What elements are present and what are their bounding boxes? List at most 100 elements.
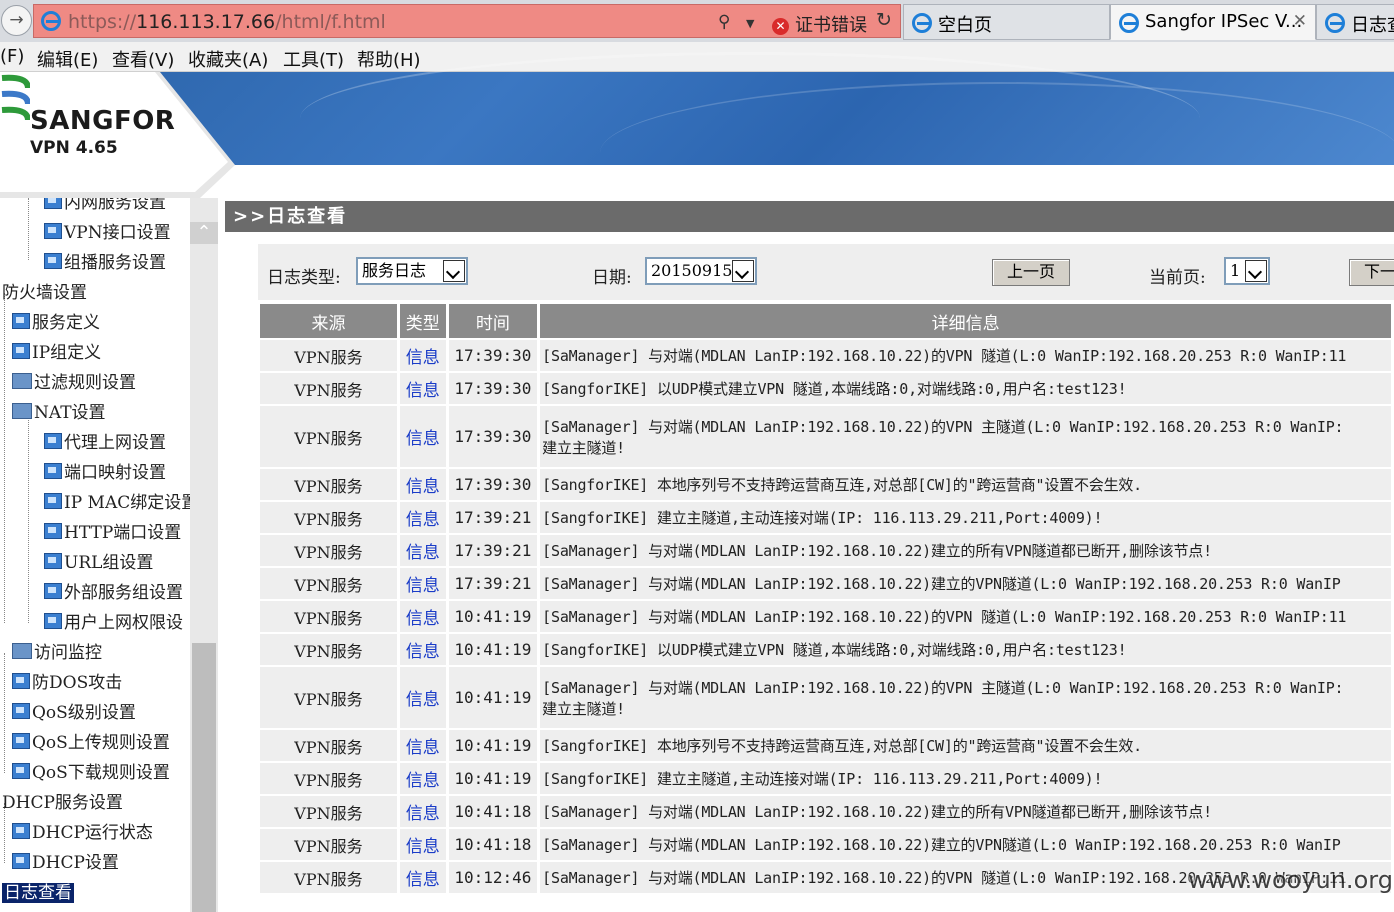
scroll-up-icon[interactable]: ⌃ xyxy=(190,222,218,244)
row-source: VPN服务 xyxy=(260,535,397,566)
tree-item-dhcp-status[interactable]: DHCP运行状态 xyxy=(12,818,153,844)
menu-favorites[interactable]: 收藏夹(A) xyxy=(188,46,268,72)
row-type-link[interactable]: 信息 xyxy=(399,469,446,500)
dropdown-arrow-icon[interactable]: ▼ xyxy=(746,17,754,30)
tree-item-anti-dos[interactable]: 防DOS攻击 xyxy=(12,668,122,694)
tree-item-nat[interactable]: NAT设置 xyxy=(12,398,106,424)
tree-item-ip-group[interactable]: IP组定义 xyxy=(12,338,101,364)
row-type-link[interactable]: 信息 xyxy=(399,502,446,533)
tree-item-lan-service[interactable]: 内网服务设置 xyxy=(44,198,166,214)
tab-sangfor-ipsec[interactable]: Sangfor IPSec V... ✕ xyxy=(1110,4,1316,40)
row-type-link[interactable]: 信息 xyxy=(399,535,446,566)
menu-help[interactable]: 帮助(H) xyxy=(357,46,421,72)
close-tab-icon[interactable]: ✕ xyxy=(1293,11,1307,31)
date-select[interactable]: 20150915 xyxy=(645,257,757,285)
tree-item-service-def[interactable]: 服务定义 xyxy=(12,308,100,334)
row-type-link[interactable]: 信息 xyxy=(399,601,446,632)
row-time: 10:12:46 xyxy=(448,862,538,893)
row-time: 10:41:18 xyxy=(448,829,538,860)
row-detail-line: [SaManager] 与对端(MDLAN LanIP:192.168.10.2… xyxy=(542,803,1212,821)
row-source: VPN服务 xyxy=(260,373,397,404)
row-source: VPN服务 xyxy=(260,340,397,371)
tab-log-view[interactable]: 日志查 xyxy=(1316,4,1394,40)
row-type-link[interactable]: 信息 xyxy=(399,340,446,371)
row-source: VPN服务 xyxy=(260,730,397,761)
log-type-select[interactable]: 服务日志 xyxy=(356,257,468,285)
menu-tools[interactable]: 工具(T) xyxy=(283,46,344,72)
tree-item-dhcp-settings[interactable]: DHCP设置 xyxy=(12,848,119,874)
tree-item-url-group[interactable]: URL组设置 xyxy=(44,548,153,574)
row-source: VPN服务 xyxy=(260,829,397,860)
tree-item-qos-download[interactable]: QoS下载规则设置 xyxy=(12,758,170,784)
tree-item-multicast[interactable]: 组播服务设置 xyxy=(44,248,166,274)
tree-item-access-monitor[interactable]: 访问监控 xyxy=(12,638,102,664)
page-icon xyxy=(12,853,30,869)
row-detail: [SaManager] 与对端(MDLAN LanIP:192.168.10.2… xyxy=(540,568,1391,599)
tree-item-external-service[interactable]: 外部服务组设置 xyxy=(44,578,183,604)
row-type-link[interactable]: 信息 xyxy=(399,667,446,728)
tree-item-firewall[interactable]: 防火墙设置 xyxy=(2,278,87,304)
row-type-link[interactable]: 信息 xyxy=(399,373,446,404)
prev-page-button[interactable]: 上一页 xyxy=(992,259,1070,286)
row-time: 17:39:30 xyxy=(448,340,538,371)
page-icon xyxy=(44,523,62,539)
tree-item-ip-mac-binding[interactable]: IP MAC绑定设置 xyxy=(44,488,190,514)
folder-icon xyxy=(12,373,32,389)
row-source: VPN服务 xyxy=(260,634,397,665)
tab-blank[interactable]: 空白页 xyxy=(903,4,1110,40)
row-detail-line: [SaManager] 与对端(MDLAN LanIP:192.168.10.2… xyxy=(542,836,1341,854)
row-type-link[interactable]: 信息 xyxy=(399,406,446,467)
tree-item-vpn-interface[interactable]: VPN接口设置 xyxy=(44,218,171,244)
row-source: VPN服务 xyxy=(260,601,397,632)
page-icon xyxy=(44,253,62,269)
row-type-link[interactable]: 信息 xyxy=(399,829,446,860)
table-row: VPN服务 信息 17:39:30 [SangforIKE] 以UDP模式建立VPN … xyxy=(260,373,1391,404)
page-icon xyxy=(12,343,30,359)
tree-item-dhcp[interactable]: DHCP服务设置 xyxy=(2,788,123,814)
menu-view[interactable]: 查看(V) xyxy=(112,46,174,72)
search-icon[interactable]: ⚲ xyxy=(718,12,730,32)
menu-file[interactable]: (F) xyxy=(0,46,24,67)
certificate-error-button[interactable]: ✕ 证书错误 xyxy=(772,11,867,37)
tree-item-proxy[interactable]: 代理上网设置 xyxy=(44,428,166,454)
app-header: SANGFOR VPN 4.65 xyxy=(0,52,1394,198)
row-type-link[interactable]: 信息 xyxy=(399,862,446,893)
row-source: VPN服务 xyxy=(260,667,397,728)
row-source: VPN服务 xyxy=(260,796,397,827)
tree-item-qos-upload[interactable]: QoS上传规则设置 xyxy=(12,728,170,754)
table-header-row: 来源 类型 时间 详细信息 xyxy=(260,304,1391,338)
url-text: https://116.113.17.66/html/f.html xyxy=(68,11,386,33)
tree-item-port-mapping[interactable]: 端口映射设置 xyxy=(44,458,166,484)
tree-scrollbar[interactable]: ⌃ xyxy=(190,198,218,912)
logo-panel: SANGFOR VPN 4.65 xyxy=(0,72,235,198)
row-detail: [SangforIKE] 本地序列号不支持跨运营商互连,对总部[CW]的"跨运营… xyxy=(540,469,1391,500)
tree-item-filter-rules[interactable]: 过滤规则设置 xyxy=(12,368,136,394)
row-type-link[interactable]: 信息 xyxy=(399,730,446,761)
row-detail-line: [SaManager] 与对端(MDLAN LanIP:192.168.10.2… xyxy=(542,575,1341,593)
tree-item-http-port[interactable]: HTTP端口设置 xyxy=(44,518,181,544)
row-detail: [SaManager] 与对端(MDLAN LanIP:192.168.10.2… xyxy=(540,829,1391,860)
row-type-link[interactable]: 信息 xyxy=(399,763,446,794)
row-time: 10:41:19 xyxy=(448,730,538,761)
row-detail: [SaManager] 与对端(MDLAN LanIP:192.168.10.2… xyxy=(540,340,1391,371)
scroll-thumb[interactable] xyxy=(192,643,216,912)
row-detail: [SangforIKE] 建立主隧道,主动连接对端(IP: 116.113.29… xyxy=(540,502,1391,533)
refresh-icon[interactable]: ↻ xyxy=(876,9,892,31)
address-bar[interactable]: https://116.113.17.66/html/f.html ⚲ ▼ ✕ 证… xyxy=(33,4,901,38)
tree-item-log-view[interactable]: 日志查看 xyxy=(2,878,74,904)
row-type-link[interactable]: 信息 xyxy=(399,796,446,827)
tree-item-user-permission[interactable]: 用户上网权限设 xyxy=(44,608,183,634)
row-detail-line: [SangforIKE] 以UDP模式建立VPN 隧道,本端线路:0,对端线路:… xyxy=(542,380,1127,398)
chevron-down-icon xyxy=(1245,260,1267,282)
row-time: 10:41:19 xyxy=(448,601,538,632)
log-type-label: 日志类型: xyxy=(267,268,341,288)
current-page-select[interactable]: 1 xyxy=(1224,257,1270,285)
row-detail: [SaManager] 与对端(MDLAN LanIP:192.168.10.2… xyxy=(540,601,1391,632)
next-page-button[interactable]: 下一 xyxy=(1349,259,1394,286)
row-type-link[interactable]: 信息 xyxy=(399,634,446,665)
tree-item-qos-level[interactable]: QoS级别设置 xyxy=(12,698,136,724)
row-type-link[interactable]: 信息 xyxy=(399,568,446,599)
menu-edit[interactable]: 编辑(E) xyxy=(37,46,98,72)
back-arrow-icon[interactable]: → xyxy=(1,5,32,36)
filter-bar: 日志类型: 服务日志 日期: 20150915 上一页 当前页: 1 下一 xyxy=(258,244,1394,300)
